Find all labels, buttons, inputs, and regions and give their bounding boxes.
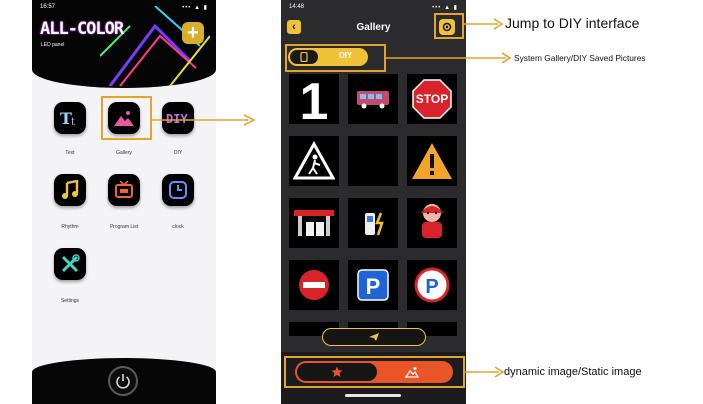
app-label-settings: Settings	[60, 298, 80, 304]
tile-baby-seat[interactable]	[407, 198, 457, 248]
tile-no-entry[interactable]	[289, 260, 339, 310]
app-logo: ALL-COLOR	[40, 19, 124, 39]
power-button[interactable]	[108, 366, 138, 396]
app-label-text: Text	[65, 150, 75, 156]
arrow-diy	[464, 18, 504, 30]
highlight-gallery	[101, 96, 152, 140]
plus-icon[interactable]: +	[182, 22, 204, 44]
stop-sign-icon: STOP	[412, 79, 452, 119]
svg-text:1: 1	[300, 75, 329, 123]
app-label-rhythm: Rhythm	[61, 224, 79, 230]
app-label-gallery: Gallery	[116, 150, 132, 156]
tile-number-one[interactable]: 1	[289, 74, 339, 124]
tile-gas-station[interactable]	[289, 198, 339, 248]
tile-parking-round[interactable]: P	[407, 260, 457, 310]
clock-icon	[169, 181, 187, 199]
send-icon	[369, 333, 379, 341]
annotation-diy: Jump to DIY interface	[505, 15, 640, 31]
power-icon	[116, 374, 130, 389]
home-header: 16:57 ••• ▲ ▮ ALL-COLOR LED panel +	[32, 0, 216, 88]
parking-icon: P	[357, 269, 389, 301]
arrow-to-gallery	[150, 114, 256, 126]
text-icon: T t	[60, 109, 75, 128]
charging-station-icon	[365, 212, 384, 236]
pedestrian-warning-icon	[293, 141, 335, 180]
neon-decoration	[100, 6, 210, 86]
annotation-system-gallery: System Gallery/DIY Saved Pictures	[514, 53, 646, 63]
app-subtitle: LED panel	[41, 42, 65, 48]
svg-text:P: P	[425, 276, 438, 298]
gas-station-icon	[294, 210, 334, 236]
arrow-system-gallery	[386, 52, 512, 64]
app-text[interactable]: T t	[54, 102, 86, 134]
app-label-program-list: Program List	[109, 224, 139, 230]
highlight-mode-toggle	[284, 356, 465, 388]
highlight-diy	[434, 13, 464, 39]
svg-text:t: t	[71, 117, 75, 128]
home-indicator	[345, 394, 401, 397]
music-note-icon	[62, 180, 79, 199]
app-label-clock: clock	[172, 224, 184, 230]
app-program-list[interactable]	[108, 174, 140, 206]
highlight-gallery-toggle	[285, 44, 386, 72]
baby-seat-icon	[421, 204, 443, 238]
tile-warning-triangle[interactable]	[407, 136, 457, 186]
send-button[interactable]	[322, 328, 426, 346]
bus-icon	[357, 91, 389, 109]
tile-bus[interactable]	[348, 74, 398, 124]
app-label-diy: DIY	[173, 150, 183, 156]
status-time: 16:57	[40, 4, 56, 10]
status-icons: ••• ▲ ▮	[432, 5, 458, 11]
annotation-mode: dynamic image/Static image	[504, 366, 642, 378]
svg-text:P: P	[366, 274, 381, 299]
tile-charging-station[interactable]	[348, 198, 398, 248]
app-rhythm[interactable]	[54, 174, 86, 206]
tv-icon	[115, 181, 133, 198]
number-one-icon: 1	[300, 75, 329, 123]
warning-triangle-icon	[412, 143, 452, 179]
tile-pedestrian-warning[interactable]	[289, 136, 339, 186]
svg-text:STOP: STOP	[416, 92, 448, 106]
app-clock[interactable]	[162, 174, 194, 206]
tile-blank[interactable]	[348, 136, 398, 186]
status-time: 14:48	[289, 4, 305, 10]
no-entry-icon	[299, 270, 329, 300]
tile-stop-sign[interactable]: STOP	[407, 74, 457, 124]
home-screen: 16:57 ••• ▲ ▮ ALL-COLOR LED panel + T t …	[32, 0, 216, 404]
tile-parking[interactable]: P	[348, 260, 398, 310]
parking-round-icon: P	[414, 267, 450, 303]
app-settings[interactable]	[54, 248, 86, 280]
tools-icon	[61, 254, 80, 273]
arrow-mode	[465, 366, 505, 378]
